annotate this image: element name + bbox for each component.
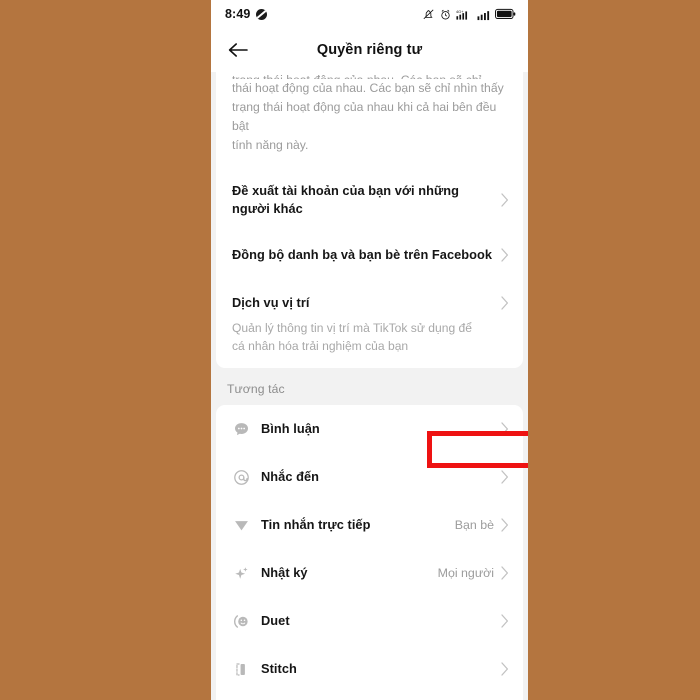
screenshot-stage: 8:49 4G+ Quyền riêng tư thái hoạt động c…	[0, 0, 700, 700]
row-value: Mọi người	[437, 566, 494, 580]
chevron-right-icon	[501, 422, 509, 436]
paragraph-line-2: trạng thái hoạt động của nhau khi cả hai…	[232, 100, 497, 133]
row-title: Duet	[261, 613, 290, 628]
row-title: Đề xuất tài khoản của bạn với những ngườ…	[232, 183, 460, 216]
interaction-card: Bình luận Nhắc đến Tin nhắn trực tiếp Bạ…	[216, 405, 523, 700]
paragraph-line-3: tính năng này.	[232, 138, 309, 152]
activity-status-paragraph: trạng thái hoạt động của nhau. Các bạn s…	[216, 72, 523, 169]
row-stitch[interactable]: Stitch	[216, 645, 523, 693]
phone-screen: 8:49 4G+ Quyền riêng tư thái hoạt động c…	[211, 0, 528, 700]
comment-bubble-icon	[230, 418, 252, 440]
row-title: Stitch	[261, 661, 297, 676]
duet-icon	[230, 610, 252, 632]
chevron-right-icon	[501, 248, 509, 262]
chevron-right-icon	[501, 614, 509, 628]
signal-4g-icon: 4G+	[456, 8, 468, 20]
row-title: Dịch vụ vị trí	[232, 295, 310, 310]
stitch-icon	[230, 658, 252, 680]
status-bar: 8:49 4G+	[211, 0, 528, 28]
row-sync-contacts-facebook[interactable]: Đồng bộ danh bạ và bạn bè trên Facebook	[216, 231, 523, 279]
at-mention-icon	[230, 466, 252, 488]
alarm-icon	[441, 9, 450, 19]
row-direct-messages[interactable]: Tin nhắn trực tiếp Bạn bè	[216, 501, 523, 549]
status-bar-right: 4G+	[422, 8, 516, 21]
row-diary[interactable]: Nhật ký Mọi người	[216, 549, 523, 597]
paragraph-line-1: thái hoạt động của nhau. Các bạn sẽ chỉ …	[232, 81, 504, 95]
chevron-right-icon	[501, 662, 509, 676]
app-header: Quyền riêng tư	[211, 28, 528, 72]
settings-scroll-area[interactable]: trạng thái hoạt động của nhau. Các bạn s…	[211, 72, 528, 700]
row-suggest-account[interactable]: Đề xuất tài khoản của bạn với những ngườ…	[216, 169, 523, 231]
row-mentions[interactable]: Nhắc đến	[216, 453, 523, 501]
back-arrow-icon	[228, 43, 248, 57]
sparkle-icon	[230, 562, 252, 584]
row-value: Bạn bè	[454, 518, 494, 532]
paragraph-cut-line: trạng thái hoạt động của nhau. Các bạn s…	[232, 72, 507, 79]
row-stickers[interactable]: Nhãn dán Mọi người	[216, 693, 523, 700]
section-label-interaction: Tương tác	[227, 382, 285, 396]
row-title: Nhắc đến	[261, 469, 319, 484]
activity-status-card: trạng thái hoạt động của nhau. Các bạn s…	[216, 72, 523, 368]
signal-icon	[477, 10, 490, 20]
row-duet[interactable]: Duet	[216, 597, 523, 645]
chevron-right-icon	[501, 193, 509, 207]
row-title: Tin nhắn trực tiếp	[261, 517, 371, 532]
status-bar-left: 8:49	[225, 7, 268, 21]
chevron-right-icon	[501, 296, 509, 310]
chevron-right-icon	[501, 566, 509, 580]
row-location-services[interactable]: Dịch vụ vị trí	[216, 279, 523, 327]
chevron-right-icon	[501, 518, 509, 532]
chevron-right-icon	[501, 470, 509, 484]
row-title: Bình luận	[261, 421, 320, 436]
row-title: Đồng bộ danh bạ và bạn bè trên Facebook	[232, 247, 493, 262]
row-comments[interactable]: Bình luận	[216, 405, 523, 453]
row-title: Nhật ký	[261, 565, 308, 580]
mute-bell-icon	[423, 8, 434, 19]
do-not-disturb-icon	[256, 8, 268, 20]
paper-plane-icon	[230, 514, 252, 536]
page-title: Quyền riêng tư	[316, 42, 423, 58]
back-button[interactable]	[221, 28, 255, 72]
status-time: 8:49	[225, 7, 251, 21]
battery-icon	[495, 8, 516, 19]
